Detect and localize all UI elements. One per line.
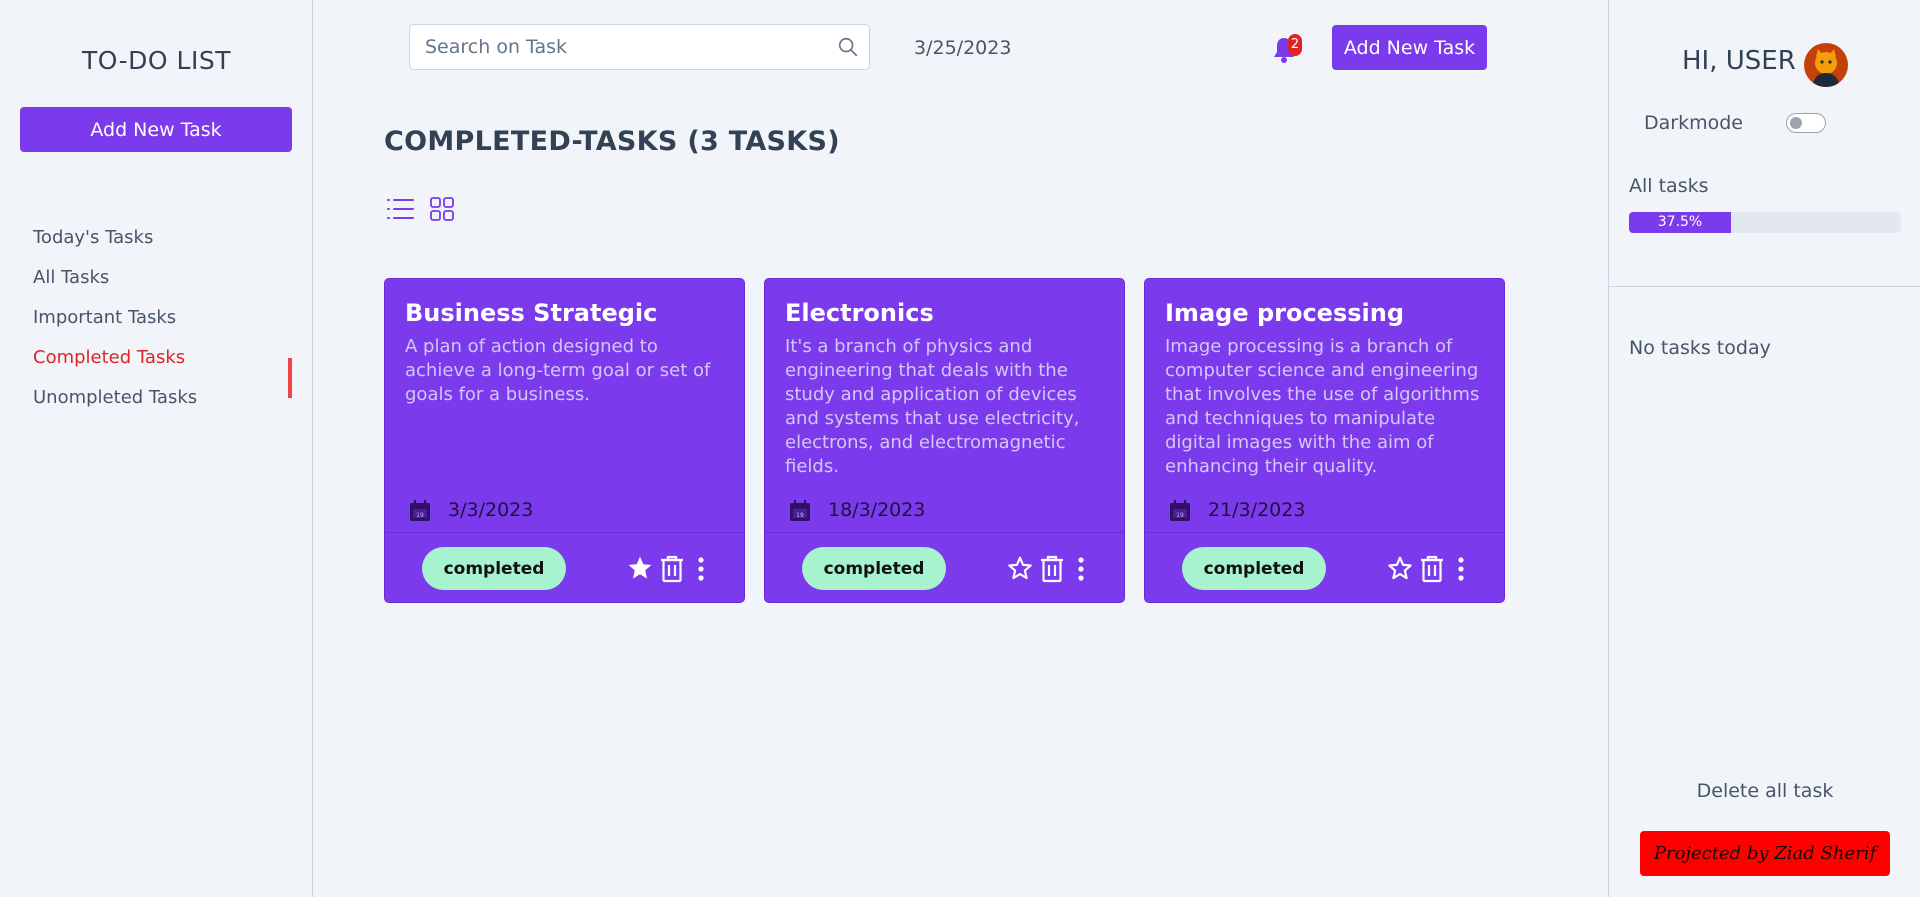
trash-icon[interactable]	[1420, 555, 1444, 583]
calendar-icon: 19	[790, 500, 810, 521]
task-date: 18/3/2023	[828, 499, 926, 521]
status-badge[interactable]: completed	[422, 547, 566, 590]
all-tasks-label: All tasks	[1629, 175, 1709, 197]
sidebar-nav: Today's Tasks All Tasks Important Tasks …	[0, 223, 313, 423]
task-description: It's a branch of physics and engineering…	[785, 336, 1080, 477]
sidebar-item-completed-tasks[interactable]: Completed Tasks	[0, 343, 313, 398]
header-add-task-button[interactable]: Add New Task	[1332, 25, 1487, 70]
card-divider	[1145, 532, 1504, 533]
calendar-icon: 19	[410, 500, 430, 521]
user-avatar-icon	[1804, 43, 1848, 87]
main-content: 3/25/2023 2 Add New Task COMPLETED-TASKS…	[313, 0, 1608, 897]
tasks-progress-bar: 37.5%	[1629, 212, 1901, 233]
card-divider	[385, 532, 744, 533]
page-title: COMPLETED-TASKS (3 TASKS)	[384, 126, 840, 157]
notifications-button[interactable]: 2	[1272, 34, 1304, 64]
trash-icon[interactable]	[1040, 555, 1064, 583]
user-greeting: HI, USER	[1682, 46, 1796, 76]
task-title: Image processing	[1165, 299, 1405, 327]
task-date: 3/3/2023	[448, 499, 534, 521]
calendar-icon: 19	[1170, 500, 1190, 521]
sidebar-add-task-button[interactable]: Add New Task	[20, 107, 292, 152]
list-view-icon[interactable]	[386, 196, 415, 222]
panel-divider	[1609, 286, 1920, 287]
current-date: 3/25/2023	[914, 37, 1012, 59]
star-outline-icon[interactable]	[1387, 555, 1413, 581]
task-card[interactable]: Image processing Image processing is a b…	[1144, 278, 1505, 603]
avatar[interactable]	[1804, 43, 1848, 87]
trash-icon[interactable]	[660, 555, 684, 583]
svg-text:19: 19	[1176, 512, 1184, 519]
task-description: Image processing is a branch of computer…	[1165, 336, 1480, 477]
app-title: TO-DO LIST	[82, 46, 231, 75]
card-divider	[765, 532, 1124, 533]
svg-text:19: 19	[416, 512, 424, 519]
search-icon[interactable]	[837, 36, 859, 58]
search-box	[409, 24, 870, 70]
right-panel: HI, USER Darkmode All tasks 37.5% No tas…	[1608, 0, 1920, 897]
sidebar-item-all-tasks[interactable]: All Tasks	[0, 263, 313, 303]
sidebar-item-uncompleted-tasks[interactable]: Unompleted Tasks	[0, 383, 313, 423]
search-input[interactable]	[410, 25, 810, 69]
status-badge[interactable]: completed	[1182, 547, 1326, 590]
no-tasks-message: No tasks today	[1629, 337, 1771, 359]
grid-view-icon[interactable]	[429, 196, 455, 222]
progress-fill: 37.5%	[1629, 212, 1731, 233]
more-options-icon[interactable]	[697, 557, 705, 581]
task-date: 21/3/2023	[1208, 499, 1306, 521]
task-description: A plan of action designed to achieve a l…	[405, 336, 711, 405]
task-card[interactable]: Business Strategic A plan of action desi…	[384, 278, 745, 603]
svg-text:19: 19	[796, 512, 804, 519]
task-title: Electronics	[785, 299, 934, 327]
credit-banner: Projected by Ziad Sherif	[1640, 831, 1890, 876]
left-sidebar: TO-DO LIST Add New Task Today's Tasks Al…	[0, 0, 313, 897]
star-filled-icon[interactable]	[627, 555, 653, 581]
task-title: Business Strategic	[405, 299, 658, 327]
task-card[interactable]: Electronics It's a branch of physics and…	[764, 278, 1125, 603]
sidebar-item-important-tasks[interactable]: Important Tasks	[0, 303, 313, 343]
star-outline-icon[interactable]	[1007, 555, 1033, 581]
more-options-icon[interactable]	[1457, 557, 1465, 581]
darkmode-toggle[interactable]	[1786, 113, 1826, 133]
notification-badge: 2	[1288, 34, 1302, 56]
status-badge[interactable]: completed	[802, 547, 946, 590]
more-options-icon[interactable]	[1077, 557, 1085, 581]
sidebar-item-todays-tasks[interactable]: Today's Tasks	[0, 223, 313, 263]
darkmode-label: Darkmode	[1644, 112, 1743, 134]
delete-all-button[interactable]: Delete all task	[1609, 780, 1920, 802]
